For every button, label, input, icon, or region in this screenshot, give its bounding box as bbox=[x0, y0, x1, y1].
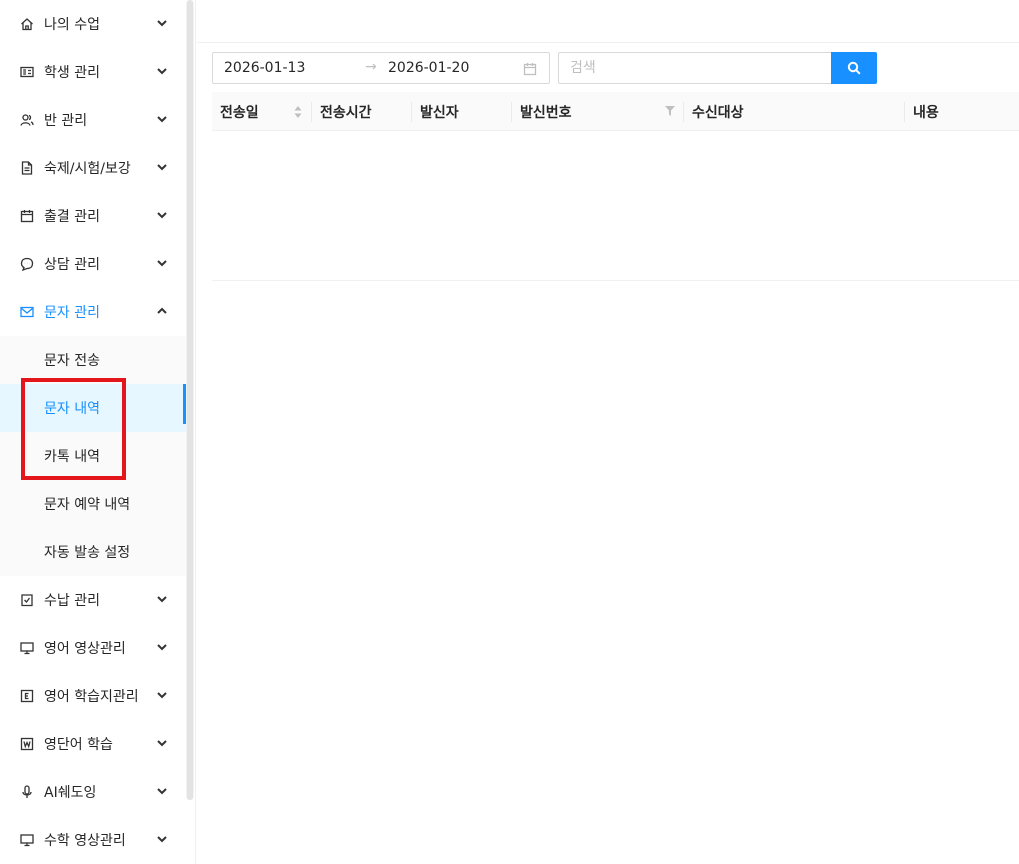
sidebar-item-vocabulary[interactable]: 영단어 학습 bbox=[0, 720, 186, 768]
chevron-down-icon bbox=[156, 593, 168, 605]
sidebar-item-english-video[interactable]: 영어 영상관리 bbox=[0, 624, 186, 672]
sidebar-subitem-kakao-history[interactable]: 카톡 내역 bbox=[0, 432, 186, 480]
chevron-down-icon bbox=[156, 65, 168, 77]
sidebar: 나의 수업 학생 관리 반 관리 숙제/시험/보강 출결 관리 상담 관리 문자… bbox=[0, 0, 196, 864]
column-label: 발신자 bbox=[420, 104, 459, 121]
sidebar-item-students[interactable]: 학생 관리 bbox=[0, 48, 186, 96]
column-sender-number[interactable]: 발신번호 bbox=[512, 92, 684, 131]
search-input[interactable] bbox=[558, 52, 831, 84]
sidebar-item-homework[interactable]: 숙제/시험/보강 bbox=[0, 144, 186, 192]
sidebar-submenu-sms: 문자 전송 문자 내역 카톡 내역 문자 예약 내역 자동 발송 설정 bbox=[0, 336, 186, 576]
table-body-empty bbox=[212, 131, 1019, 281]
column-label: 전송일 bbox=[220, 104, 259, 121]
column-label: 발신번호 bbox=[520, 104, 572, 121]
date-range-picker[interactable]: 2026-01-13 → 2026-01-20 bbox=[212, 52, 550, 84]
chevron-down-icon bbox=[156, 737, 168, 749]
letter-e-icon bbox=[20, 689, 34, 703]
sidebar-item-label: 문자 관리 bbox=[44, 305, 100, 321]
chevron-down-icon bbox=[156, 833, 168, 845]
receipt-icon bbox=[20, 593, 34, 607]
microphone-icon bbox=[20, 785, 34, 799]
id-card-icon bbox=[20, 65, 34, 79]
sidebar-item-classes[interactable]: 반 관리 bbox=[0, 96, 186, 144]
sidebar-item-label: 영단어 학습 bbox=[44, 737, 113, 753]
sidebar-subitem-label: 자동 발송 설정 bbox=[44, 545, 131, 561]
sidebar-scrollbar[interactable] bbox=[186, 0, 194, 800]
sidebar-item-sms[interactable]: 문자 관리 bbox=[0, 288, 186, 336]
sidebar-item-my-class[interactable]: 나의 수업 bbox=[0, 0, 186, 48]
column-content[interactable]: 내용 bbox=[905, 92, 1019, 131]
sidebar-menu: 나의 수업 학생 관리 반 관리 숙제/시험/보강 출결 관리 상담 관리 문자… bbox=[0, 0, 186, 864]
chevron-up-icon bbox=[156, 305, 168, 317]
column-label: 수신대상 bbox=[692, 104, 744, 121]
sidebar-subitem-label: 문자 예약 내역 bbox=[44, 497, 131, 513]
sidebar-subitem-auto-send[interactable]: 자동 발송 설정 bbox=[0, 528, 186, 576]
search-button[interactable] bbox=[831, 52, 877, 84]
range-arrow-icon: → bbox=[365, 59, 377, 75]
sidebar-item-payments[interactable]: 수납 관리 bbox=[0, 576, 186, 624]
sidebar-subitem-sms-history[interactable]: 문자 내역 bbox=[0, 384, 186, 432]
sidebar-item-label: 숙제/시험/보강 bbox=[44, 161, 131, 177]
column-sender[interactable]: 발신자 bbox=[412, 92, 512, 131]
letter-w-icon bbox=[20, 737, 34, 751]
home-icon bbox=[20, 17, 34, 31]
sidebar-subitem-sms-reservation[interactable]: 문자 예약 내역 bbox=[0, 480, 186, 528]
calendar-icon[interactable] bbox=[523, 62, 537, 76]
chevron-down-icon bbox=[156, 113, 168, 125]
chevron-down-icon bbox=[156, 209, 168, 221]
sidebar-item-label: 상담 관리 bbox=[44, 257, 100, 273]
monitor-icon bbox=[20, 641, 34, 655]
users-icon bbox=[20, 113, 34, 127]
start-date-input[interactable]: 2026-01-13 bbox=[224, 60, 305, 76]
monitor-icon bbox=[20, 833, 34, 847]
sidebar-scroll-thumb[interactable] bbox=[187, 0, 193, 800]
sidebar-subitem-label: 문자 전송 bbox=[44, 353, 100, 369]
mail-icon bbox=[20, 305, 34, 319]
column-label: 전송시간 bbox=[320, 104, 372, 121]
sidebar-item-counseling[interactable]: 상담 관리 bbox=[0, 240, 186, 288]
chevron-down-icon bbox=[156, 161, 168, 173]
sidebar-subitem-sms-send[interactable]: 문자 전송 bbox=[0, 336, 186, 384]
search-icon bbox=[847, 61, 861, 75]
sidebar-item-label: 학생 관리 bbox=[44, 65, 100, 81]
chevron-down-icon bbox=[156, 689, 168, 701]
column-send-time[interactable]: 전송시간 bbox=[312, 92, 412, 131]
column-label: 내용 bbox=[913, 104, 939, 121]
column-recipient[interactable]: 수신대상 bbox=[684, 92, 905, 131]
top-header bbox=[197, 0, 1019, 43]
table-header: 전송일 전송시간 발신자 발신번호 수신대상 내용 bbox=[212, 92, 1019, 131]
chevron-down-icon bbox=[156, 257, 168, 269]
chevron-down-icon bbox=[156, 17, 168, 29]
sidebar-subitem-label: 문자 내역 bbox=[44, 401, 100, 417]
chevron-down-icon bbox=[156, 785, 168, 797]
sidebar-item-label: 출결 관리 bbox=[44, 209, 100, 225]
calendar-icon bbox=[20, 209, 34, 223]
sidebar-item-english-worksheet[interactable]: 영어 학습지관리 bbox=[0, 672, 186, 720]
chevron-down-icon bbox=[156, 641, 168, 653]
sidebar-item-label: 영어 학습지관리 bbox=[44, 689, 139, 705]
sidebar-item-ai-shadowing[interactable]: AI쉐도잉 bbox=[0, 768, 186, 816]
filter-icon[interactable] bbox=[665, 106, 675, 116]
sidebar-item-label: 반 관리 bbox=[44, 113, 88, 129]
sidebar-item-label: 수학 영상관리 bbox=[44, 833, 126, 849]
sidebar-subitem-label: 카톡 내역 bbox=[44, 449, 100, 465]
sidebar-item-attendance[interactable]: 출결 관리 bbox=[0, 192, 186, 240]
column-send-date[interactable]: 전송일 bbox=[212, 92, 312, 131]
sidebar-item-math-video[interactable]: 수학 영상관리 bbox=[0, 816, 186, 864]
file-icon bbox=[20, 161, 34, 175]
sidebar-item-label: 영어 영상관리 bbox=[44, 641, 126, 657]
chat-icon bbox=[20, 257, 34, 271]
sidebar-item-label: 나의 수업 bbox=[44, 17, 100, 33]
sidebar-item-label: 수납 관리 bbox=[44, 593, 100, 609]
sidebar-item-label: AI쉐도잉 bbox=[44, 785, 97, 801]
sort-icon[interactable] bbox=[294, 105, 302, 119]
end-date-input[interactable]: 2026-01-20 bbox=[388, 60, 469, 76]
